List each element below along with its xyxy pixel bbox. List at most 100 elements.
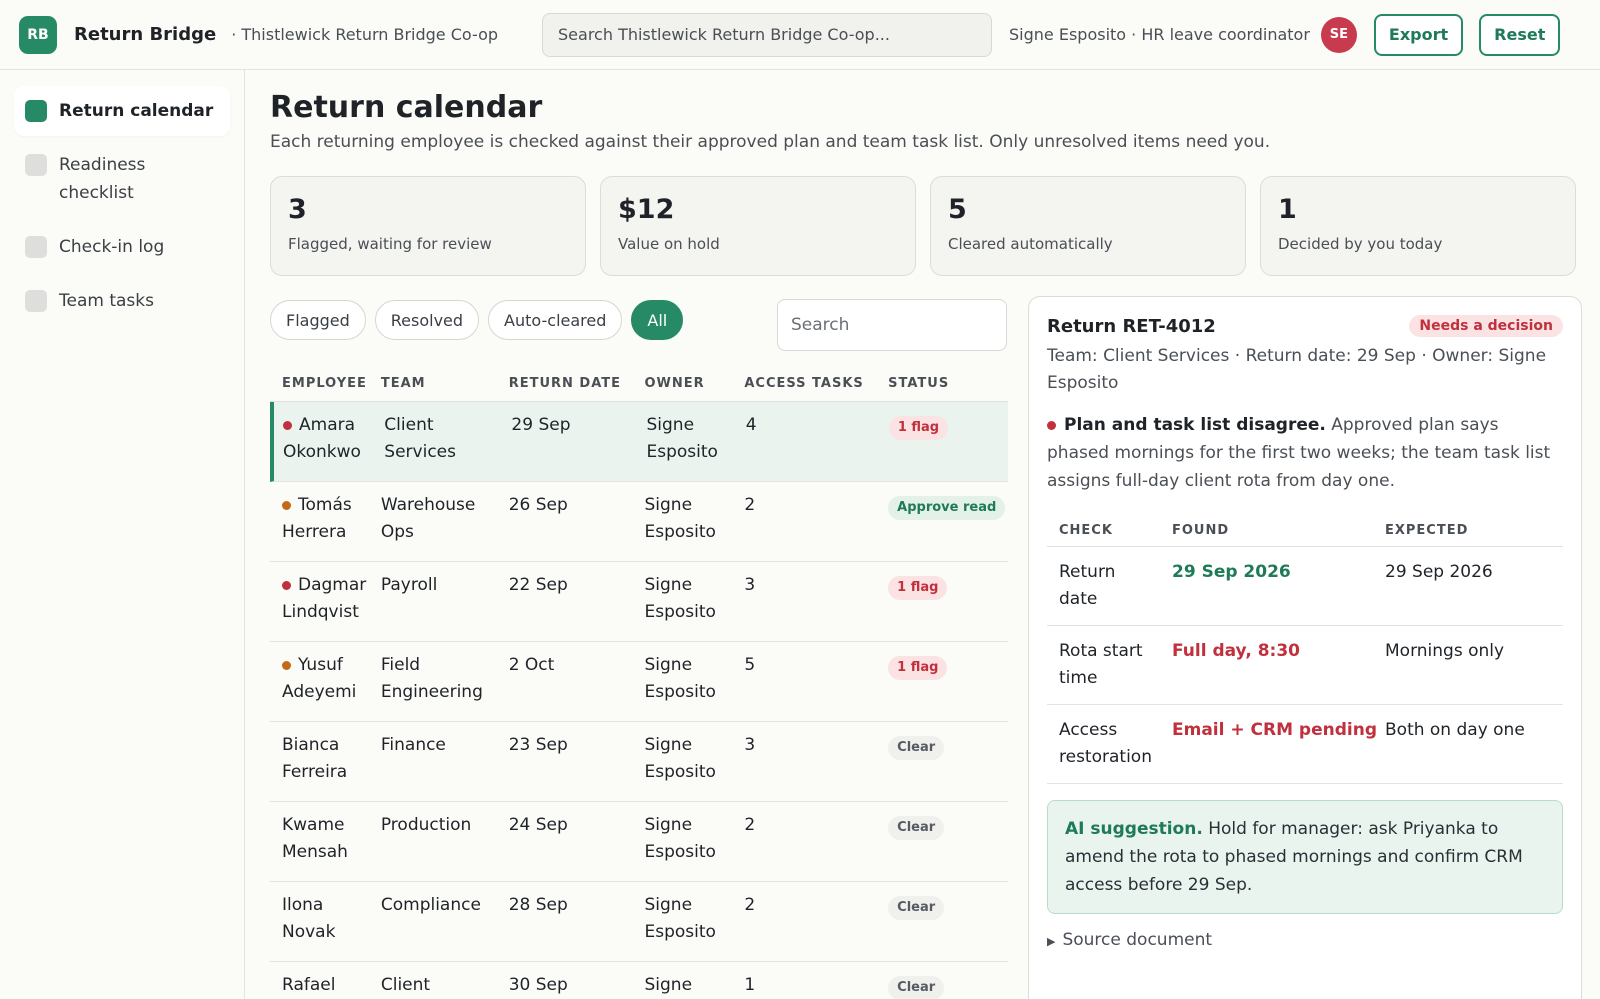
team-line1: Client	[384, 415, 434, 435]
sidebar-item-return-calendar[interactable]: Return calendar	[14, 86, 230, 136]
reset-button[interactable]: Reset	[1479, 13, 1561, 56]
team-line1: Client	[380, 975, 431, 995]
status-badge: Clear	[888, 976, 945, 999]
list-search-input[interactable]	[777, 299, 1007, 351]
sidebar-item-team-tasks[interactable]: Team tasks	[14, 276, 230, 326]
col-status[interactable]: STATUS	[888, 376, 1008, 391]
stat-label: Value on hold	[618, 235, 720, 253]
status-badge: Clear	[888, 896, 945, 920]
employee-first: Bianca	[282, 735, 340, 755]
filter-flagged[interactable]: Flagged	[270, 300, 366, 340]
employee-first: Dagmar	[298, 575, 367, 595]
user-name: Signe Esposito · HR leave coordinator	[1009, 25, 1310, 44]
owner-line1: Signe	[644, 575, 693, 595]
check-row: Access restoration Email + CRM pending B…	[1047, 705, 1563, 784]
check-name: Return date	[1059, 562, 1116, 609]
nav-square-icon	[25, 290, 47, 312]
status-badge: Approve read	[888, 496, 1006, 520]
employee-first: Yusuf	[298, 655, 343, 675]
sidebar: Return calendar Readiness checklist Chec…	[0, 70, 245, 999]
employee-first: Ilona	[282, 895, 324, 915]
team-line2: Ops	[380, 522, 414, 542]
check-expected: Mornings only	[1385, 641, 1505, 661]
source-document-toggle[interactable]: ▶ Source document	[1047, 930, 1563, 950]
cell-employee: Ilona Novak	[270, 892, 381, 961]
cell-owner: Signe Esposito	[645, 492, 745, 561]
table-row[interactable]: Dagmar Lindqvist Payroll 22 Sep Signe Espo…	[270, 562, 1008, 642]
avatar[interactable]: SE	[1320, 16, 1357, 53]
cell-employee: Amara Okonkwo	[274, 412, 384, 481]
owner-line2: Esposito	[644, 842, 716, 862]
cell-return-date: 26 Sep	[508, 495, 568, 515]
global-search-input[interactable]	[542, 12, 993, 57]
cell-return-date: 29 Sep	[511, 415, 571, 435]
cell-status: 1 flag	[888, 572, 1008, 641]
stat-label: Decided by you today	[1278, 235, 1443, 253]
employee-last: Adeyemi	[282, 682, 357, 702]
col-return-date[interactable]: RETURN DATE	[509, 376, 645, 391]
stat-card-cleared: 5 Cleared automatically	[930, 176, 1246, 276]
owner-line2: Esposito	[644, 762, 716, 782]
ai-label: AI suggestion.	[1065, 819, 1203, 839]
check-expected: Both on day one	[1385, 720, 1525, 740]
employee-last: Okonkwo	[283, 442, 361, 462]
check-row: Rota start time Full day, 8:30 Mornings …	[1047, 626, 1563, 705]
summary-heading: Plan and task list disagree.	[1064, 415, 1326, 435]
filter-resolved[interactable]: Resolved	[374, 300, 480, 340]
team-line1: Production	[380, 815, 472, 835]
cell-return-date: 2 Oct	[508, 655, 555, 675]
table-row[interactable]: Amara Okonkwo Client Services 29 Sep Signe…	[270, 402, 1008, 482]
employee-first: Kwame	[282, 815, 345, 835]
cell-status: 1 flag	[888, 412, 1008, 481]
cell-return-date: 30 Sep	[508, 975, 568, 995]
status-dot-icon	[282, 661, 291, 670]
col-team[interactable]: TEAM	[381, 376, 509, 391]
table-row[interactable]: Ilona Novak Compliance 28 Sep Signe Esposi…	[270, 882, 1008, 962]
col-employee[interactable]: EMPLOYEE	[270, 376, 381, 391]
cell-employee: Bianca Ferreira	[270, 732, 381, 801]
owner-line1: Signe	[644, 495, 693, 515]
source-label: Source document	[1062, 930, 1213, 950]
owner-line1: Signe	[646, 415, 695, 435]
col-owner[interactable]: OWNER	[645, 376, 745, 391]
cell-access-tasks: 2	[744, 815, 756, 835]
owner-line1: Signe	[644, 655, 693, 675]
table-row[interactable]: Tomás Herrera Warehouse Ops 26 Sep Signe Es…	[270, 482, 1008, 562]
col-expected: EXPECTED	[1385, 523, 1469, 538]
filter-all[interactable]: All	[631, 300, 684, 340]
owner-line2: Esposito	[644, 682, 716, 702]
cell-status: Clear	[888, 812, 1008, 881]
cell-status: Clear	[888, 972, 1008, 999]
cell-access-tasks: 5	[744, 655, 756, 675]
sidebar-item-check-in-log[interactable]: Check-in log	[14, 222, 230, 272]
table-row[interactable]: Rafael Client 30 Sep Signe 1 Clear	[270, 962, 1008, 999]
filter-chips: Flagged Resolved Auto-cleared All	[270, 300, 684, 340]
owner-line1: Signe	[644, 815, 693, 835]
status-badge: 1 flag	[888, 416, 949, 440]
export-button[interactable]: Export	[1373, 13, 1464, 56]
team-line2: Services	[384, 442, 456, 462]
cell-team: Finance	[381, 732, 509, 801]
cell-owner: Signe Esposito	[645, 812, 745, 881]
cell-owner: Signe Esposito	[645, 732, 745, 801]
check-name: Access restoration	[1059, 720, 1152, 767]
status-dot-icon	[283, 421, 292, 430]
cell-access-tasks: 3	[744, 735, 756, 755]
detail-summary: Plan and task list disagree. Approved pl…	[1047, 411, 1563, 495]
cell-team: Compliance	[381, 892, 509, 961]
sidebar-item-readiness-checklist[interactable]: Readiness checklist	[14, 140, 230, 218]
table-body: Amara Okonkwo Client Services 29 Sep Signe…	[270, 402, 1008, 999]
cell-owner: Signe Esposito	[645, 572, 745, 641]
table-row[interactable]: Bianca Ferreira Finance 23 Sep Signe Espos…	[270, 722, 1008, 802]
team-line1: Field	[380, 655, 421, 675]
stat-value: 3	[288, 194, 307, 225]
table-row[interactable]: Yusuf Adeyemi Field Engineering 2 Oct Sign…	[270, 642, 1008, 722]
check-found: 29 Sep 2026	[1172, 562, 1291, 582]
employee-first: Tomás	[298, 495, 352, 515]
col-access-tasks[interactable]: ACCESS TASKS	[744, 376, 888, 391]
top-bar: RB Return Bridge · Thistlewick Return Br…	[0, 0, 1600, 70]
filter-auto-cleared[interactable]: Auto-cleared	[488, 300, 623, 340]
employee-first: Amara	[299, 415, 356, 435]
cell-return-date: 24 Sep	[508, 815, 568, 835]
table-row[interactable]: Kwame Mensah Production 24 Sep Signe Espos…	[270, 802, 1008, 882]
